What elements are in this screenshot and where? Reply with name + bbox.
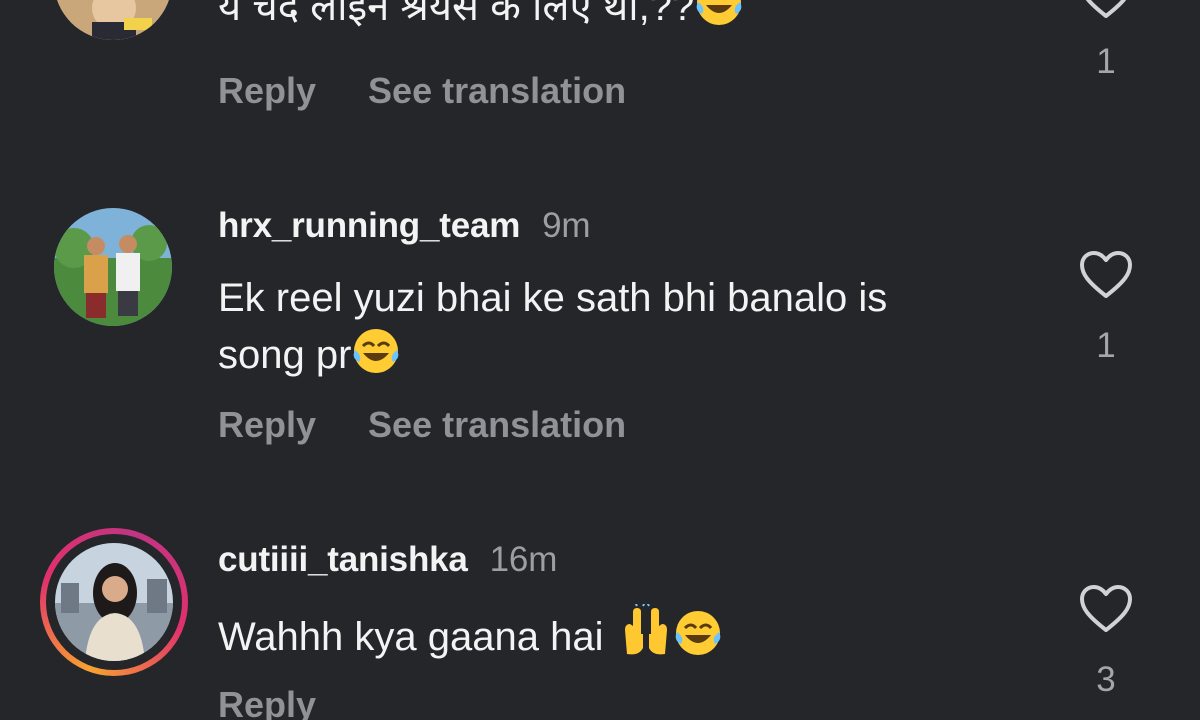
- comment-actions: Reply See translation: [218, 404, 678, 446]
- like-button[interactable]: [1078, 584, 1134, 639]
- see-translation-button[interactable]: See translation: [368, 404, 626, 445]
- reply-button[interactable]: Reply: [218, 404, 316, 445]
- heart-outline-icon: [1080, 251, 1132, 298]
- timestamp: 16m: [489, 540, 558, 579]
- see-translation-button[interactable]: See translation: [368, 70, 626, 111]
- avatar[interactable]: [54, 208, 172, 326]
- comment-text: ये चंद लाइन श्रेयस के लिए था,??: [218, 0, 1048, 43]
- like-button[interactable]: [1078, 0, 1134, 25]
- username[interactable]: hrx_running_team 9m: [218, 206, 591, 246]
- avatar[interactable]: [54, 0, 172, 40]
- comment-actions: Reply: [218, 684, 368, 720]
- reply-button[interactable]: Reply: [218, 684, 316, 720]
- face-with-tears-of-joy-emoji: [351, 326, 401, 391]
- like-button[interactable]: [1078, 250, 1134, 305]
- like-count: 3: [1096, 660, 1116, 699]
- reply-button[interactable]: Reply: [218, 70, 316, 111]
- timestamp: 9m: [542, 206, 591, 245]
- heart-outline-icon: [1085, 0, 1127, 18]
- like-count: 1: [1096, 42, 1116, 81]
- username[interactable]: cutiiii_tanishka 16m: [218, 540, 557, 580]
- avatar[interactable]: [55, 543, 173, 661]
- raised-hands-emoji: [619, 601, 673, 673]
- face-with-tears-of-joy-emoji: [673, 608, 723, 673]
- comment-text: Ek reel yuzi bhai ke sath bhi banalo is …: [218, 270, 1048, 391]
- comments-screen: ये चंद लाइन श्रेयस के लिए था,?? Reply See…: [0, 0, 1200, 720]
- face-with-tears-of-joy-emoji: [694, 0, 744, 43]
- comment-actions: Reply See translation: [218, 70, 678, 112]
- heart-outline-icon: [1080, 585, 1132, 632]
- comment-text: Wahhh kya gaana hai: [218, 601, 1048, 673]
- like-count: 1: [1096, 326, 1116, 365]
